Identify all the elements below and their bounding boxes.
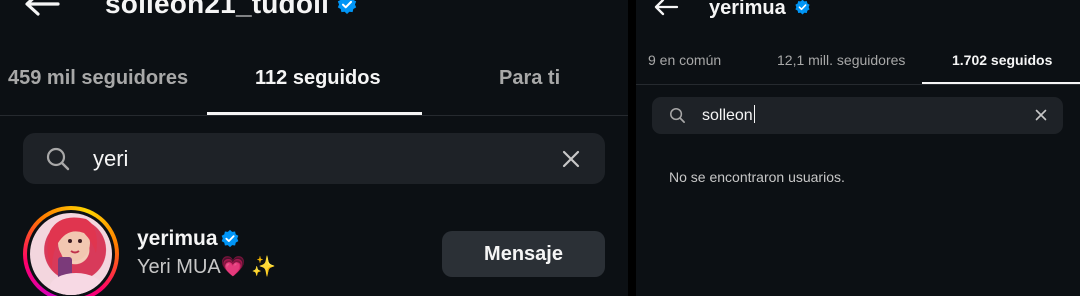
tab-followers[interactable]: 12,1 mill. seguidores <box>777 52 905 68</box>
tab-following[interactable]: 112 seguidos <box>255 67 381 90</box>
tabs-divider <box>0 115 628 116</box>
verified-badge-icon <box>221 229 239 248</box>
avatar-image <box>30 213 112 295</box>
display-name-text: Yeri MUA <box>137 256 221 278</box>
search-icon <box>670 108 685 123</box>
search-bar[interactable]: solleon <box>652 97 1063 134</box>
result-display-name: Yeri MUA💗 ✨ <box>137 254 276 279</box>
result-username[interactable]: yerimua <box>137 227 218 251</box>
sparkles-emoji: ✨ <box>251 256 277 278</box>
search-input[interactable]: yeri <box>93 146 128 172</box>
profile-username-title: yerimua <box>709 0 786 19</box>
tab-for-you[interactable]: Para ti <box>499 67 560 90</box>
tab-followers[interactable]: 459 mil seguidores <box>8 67 188 90</box>
story-ring[interactable] <box>23 206 119 296</box>
verified-badge-icon <box>795 0 810 15</box>
pink-heart-emoji: 💗 <box>220 256 246 278</box>
search-bar[interactable]: yeri <box>23 133 605 184</box>
tab-following[interactable]: 1.702 seguidos <box>952 52 1052 68</box>
verified-badge-icon <box>337 0 357 14</box>
no-results-message: No se encontraron usuarios. <box>669 169 845 185</box>
search-icon <box>46 147 70 171</box>
following-list-panel-left: solleon21_tudoil 459 mil seguidores 112 … <box>0 0 628 296</box>
close-icon[interactable] <box>561 149 581 169</box>
avatar[interactable] <box>27 210 115 296</box>
search-input-value: solleon <box>702 107 753 124</box>
close-icon[interactable] <box>1035 109 1047 121</box>
back-arrow-icon[interactable] <box>652 0 680 19</box>
back-arrow-icon[interactable] <box>22 0 62 22</box>
tab-mutual[interactable]: 9 en común <box>648 52 721 68</box>
message-button[interactable]: Mensaje <box>442 231 605 277</box>
tabs-divider <box>636 84 1080 85</box>
text-caret <box>753 105 755 123</box>
avatar-portrait-icon <box>47 217 102 295</box>
search-input[interactable]: solleon <box>702 105 755 125</box>
following-list-panel-right: yerimua 9 en común 12,1 mill. seguidores… <box>636 0 1080 296</box>
profile-username-title: solleon21_tudoil <box>105 0 330 19</box>
